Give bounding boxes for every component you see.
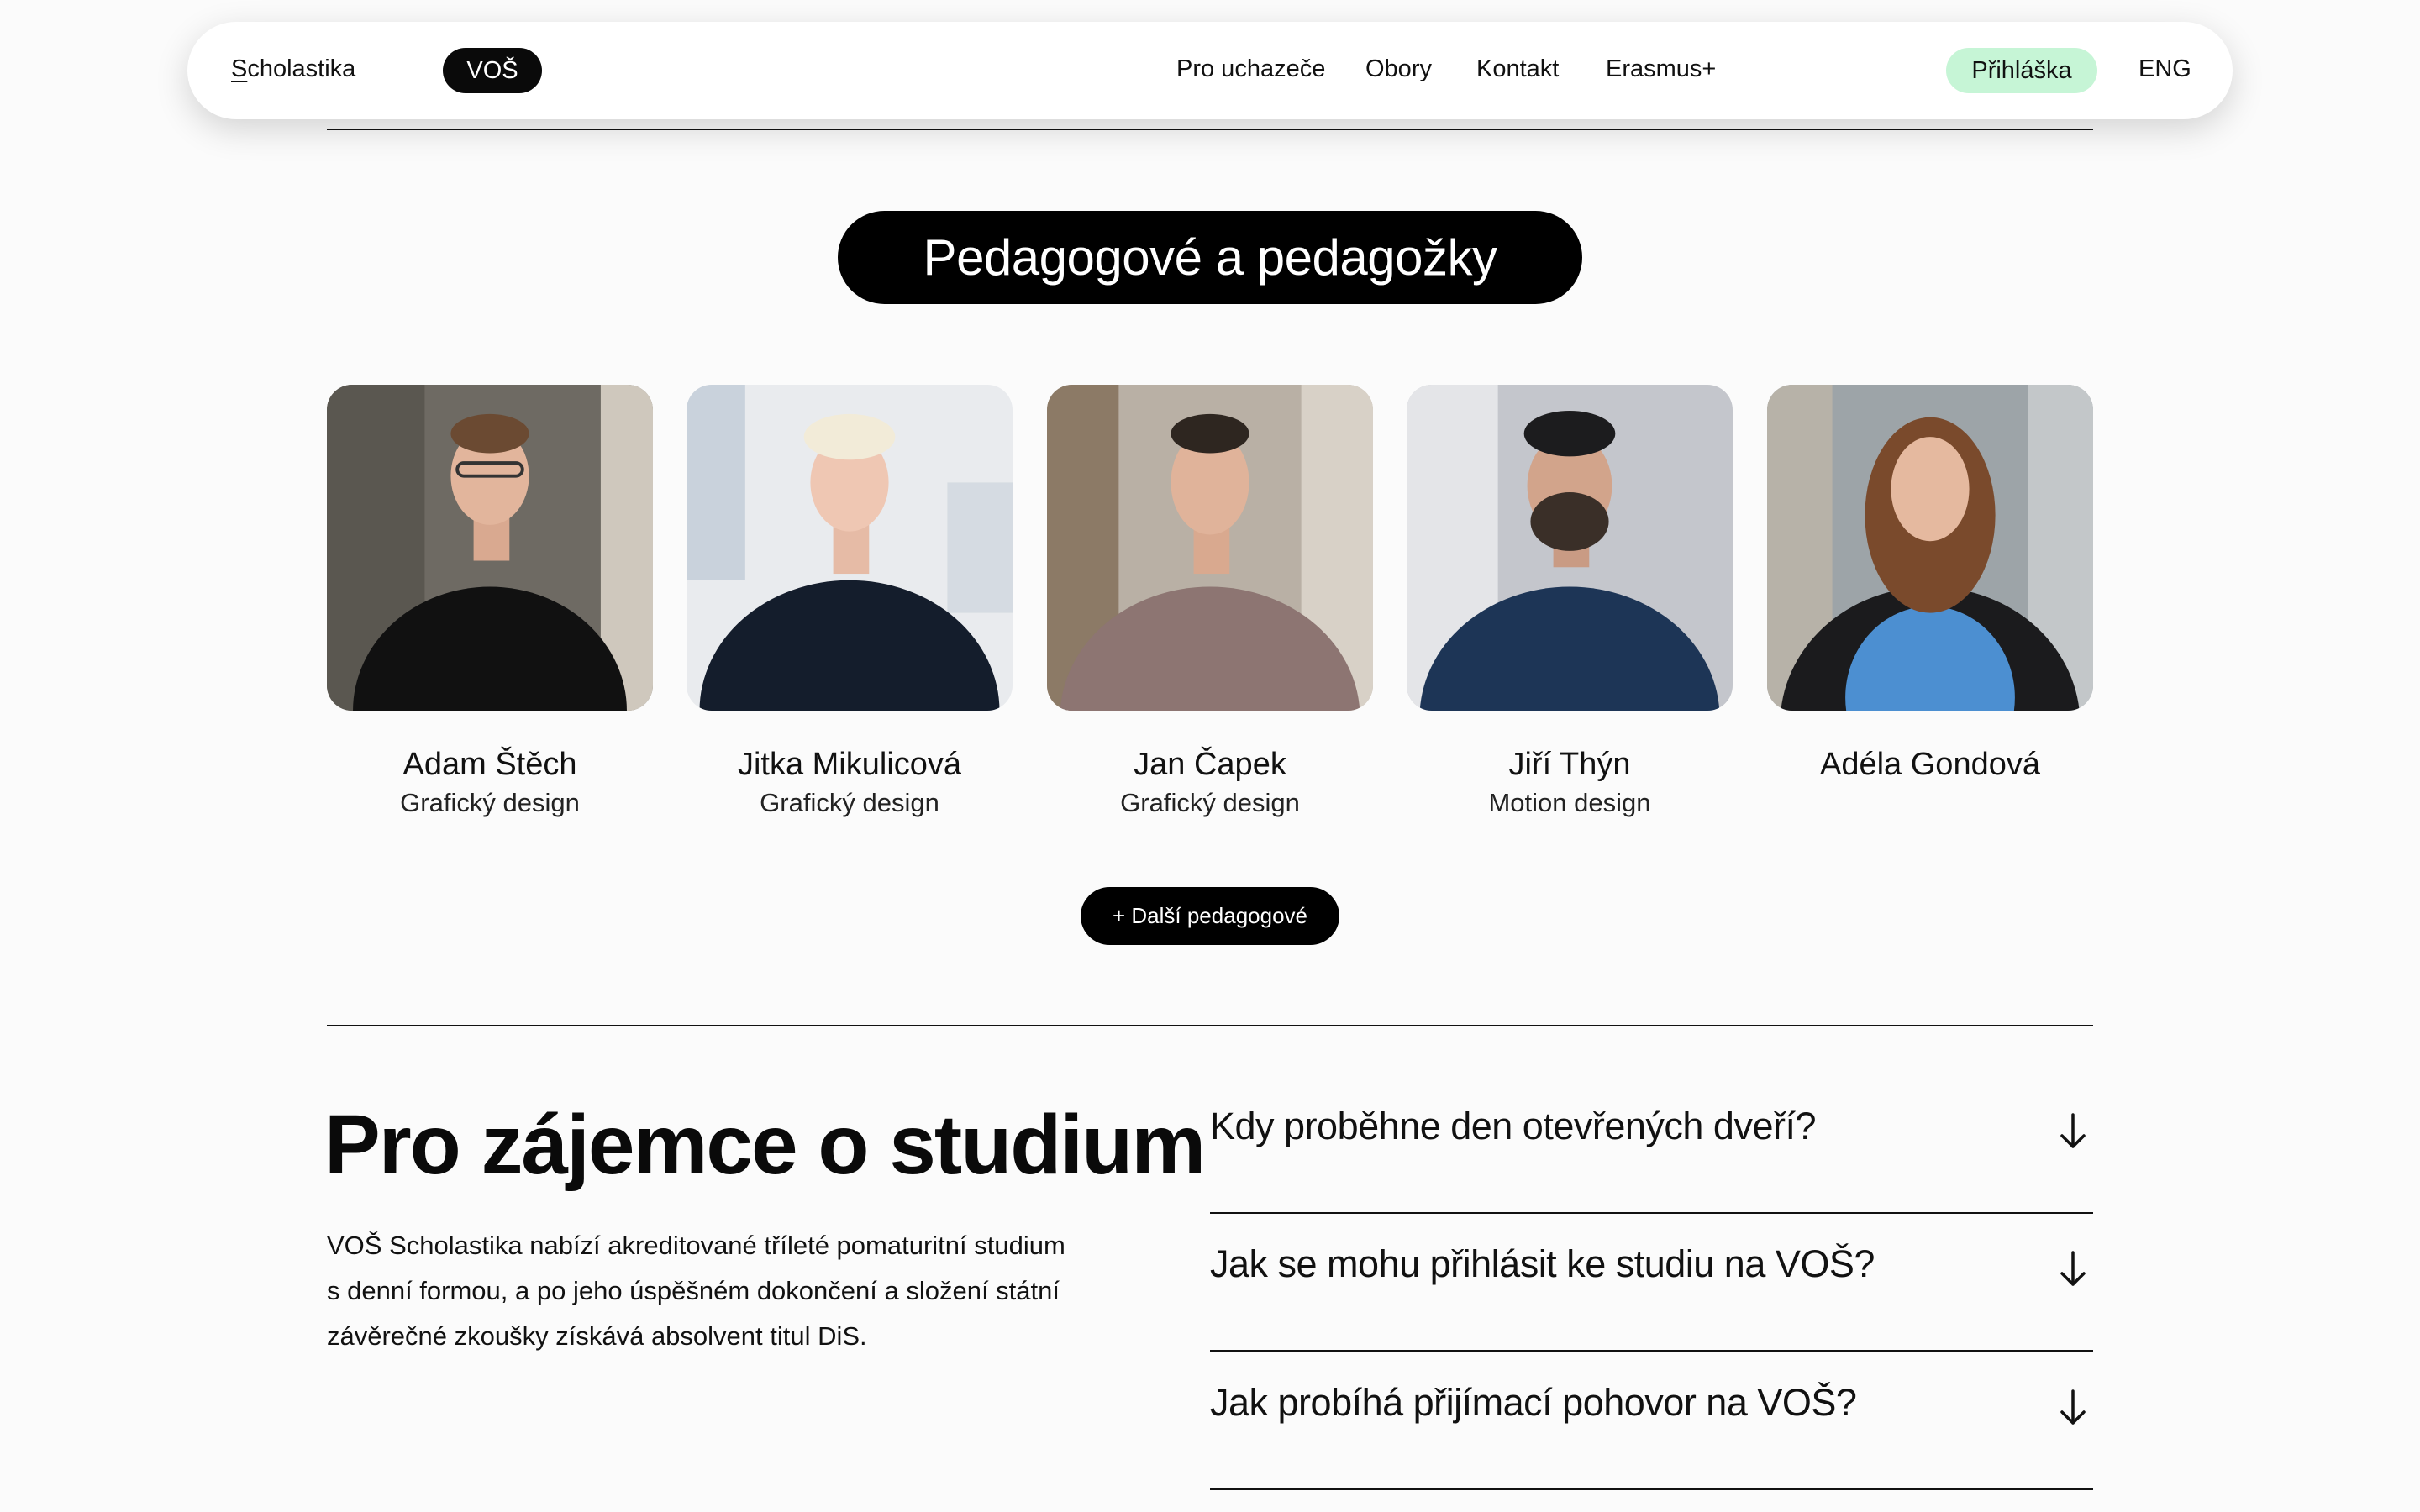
teacher-photo xyxy=(687,385,1013,711)
teacher-name: Jan Čapek xyxy=(1134,747,1286,782)
arrow-down-icon xyxy=(2060,1251,2086,1286)
faq-item-how-to-apply[interactable]: Jak se mohu přihlásit ke studiu na VOŠ? xyxy=(1210,1214,2093,1352)
brand-logo-link[interactable]: Scholastika xyxy=(231,55,355,83)
study-section-title: Pro zájemce o studium xyxy=(324,1098,1206,1192)
teacher-role: Grafický design xyxy=(1120,787,1300,817)
top-navigation: Scholastika VOŠ Pro uchazeče Obory Konta… xyxy=(187,22,2233,119)
teacher-card[interactable]: Jiří Thýn Motion design xyxy=(1407,385,1733,818)
faq-question: Jak probíhá přijímací pohovor na VOŠ? xyxy=(1210,1381,1857,1424)
teacher-card[interactable]: Adam Štěch Grafický design xyxy=(327,385,653,818)
teacher-photo xyxy=(1767,385,2093,711)
faq-item-open-day[interactable]: Kdy proběhne den otevřených dveří? xyxy=(1210,1076,2093,1214)
teacher-name: Adéla Gondová xyxy=(1820,747,2040,782)
teacher-role: Motion design xyxy=(1488,787,1651,817)
teacher-photo xyxy=(327,385,653,711)
divider-top xyxy=(327,129,2093,130)
teacher-card[interactable]: Jan Čapek Grafický design xyxy=(1047,385,1373,818)
study-intro-line: s denní formou, a po jeho úspěšném dokon… xyxy=(327,1276,1060,1305)
study-intro-line: závěrečné zkoušky získává absolvent titu… xyxy=(327,1321,867,1351)
teacher-role: Grafický design xyxy=(760,787,939,817)
nav-item-obory[interactable]: Obory xyxy=(1365,55,1432,83)
teacher-name: Adam Štěch xyxy=(402,747,577,782)
teacher-name: Jiří Thýn xyxy=(1508,747,1631,782)
arrow-down-icon xyxy=(2060,1389,2086,1425)
faq-item-entrance-interview[interactable]: Jak probíhá přijímací pohovor na VOŠ? xyxy=(1210,1352,2093,1490)
teachers-section-title: Pedagogové a pedagožky xyxy=(838,211,1582,304)
nav-item-pro-uchazece[interactable]: Pro uchazeče xyxy=(1176,55,1325,83)
faq-question: Kdy proběhne den otevřených dveří? xyxy=(1210,1105,1817,1147)
divider-middle xyxy=(327,1025,2093,1026)
study-intro-line: VOŠ Scholastika nabízí akreditované tříl… xyxy=(327,1231,1065,1260)
brand-first-letter: S xyxy=(231,55,248,82)
faq-question: Jak se mohu přihlásit ke studiu na VOŠ? xyxy=(1210,1242,1875,1285)
teacher-photo xyxy=(1047,385,1373,711)
teacher-card[interactable]: Adéla Gondová xyxy=(1767,385,2093,788)
teacher-photo xyxy=(1407,385,1733,711)
nav-item-kontakt[interactable]: Kontakt xyxy=(1476,55,1559,83)
more-teachers-button[interactable]: + Další pedagogové xyxy=(1081,887,1339,945)
section-switch-vos[interactable]: VOŠ xyxy=(443,48,542,93)
teacher-name: Jitka Mikulicová xyxy=(737,747,962,782)
brand-rest: cholastika xyxy=(247,55,356,82)
teacher-card[interactable]: Jitka Mikulicová Grafický design xyxy=(687,385,1013,818)
arrow-down-icon xyxy=(2060,1113,2086,1148)
language-switch[interactable]: ENG xyxy=(2139,55,2191,83)
teacher-role: Grafický design xyxy=(400,787,580,817)
apply-button[interactable]: Přihláška xyxy=(1946,48,2097,93)
study-intro: VOŠ Scholastika nabízí akreditované tříl… xyxy=(327,1223,1125,1359)
nav-item-erasmus[interactable]: Erasmus+ xyxy=(1606,55,1716,83)
page: Scholastika VOŠ Pro uchazeče Obory Konta… xyxy=(0,0,2420,1512)
